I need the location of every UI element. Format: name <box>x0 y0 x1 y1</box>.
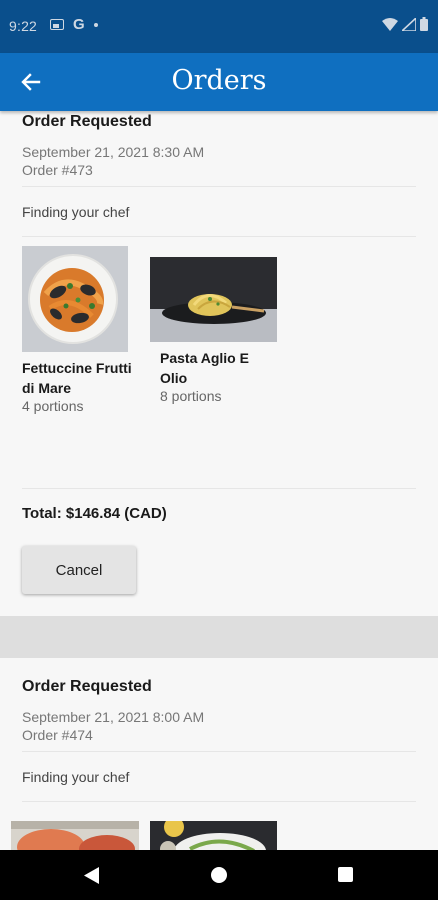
dish-name: Fettuccine Frutti di Mare <box>22 360 132 396</box>
image-icon <box>50 19 64 30</box>
order-status: Order Requested <box>22 113 152 130</box>
section-divider <box>0 616 438 658</box>
divider <box>22 801 416 802</box>
divider <box>22 186 416 187</box>
signal-icon <box>402 17 416 31</box>
dish-item[interactable] <box>150 821 277 850</box>
page-title: Orders <box>171 65 267 96</box>
order-total: Total: $146.84 (CAD) <box>22 505 167 522</box>
order-number: Order #474 <box>22 727 93 743</box>
dish-portions: 8 portions <box>160 388 222 404</box>
dish-item[interactable] <box>11 821 139 850</box>
divider <box>22 488 416 489</box>
order-card: Order Requested September 21, 2021 8:00 … <box>0 658 438 850</box>
dish-name: Pasta Aglio E Olio <box>160 350 249 386</box>
google-g-icon: G <box>73 16 85 33</box>
order-progress: Finding your chef <box>22 204 130 220</box>
dot-icon <box>93 22 98 27</box>
notification-icons: G <box>50 16 98 33</box>
app-bar: Orders <box>0 53 438 111</box>
order-date: September 21, 2021 8:30 AM <box>22 144 205 160</box>
dish-item[interactable]: Pasta Aglio E Olio 8 portions <box>150 246 277 404</box>
status-time: 9:22 <box>9 18 38 34</box>
dish-portions: 4 portions <box>22 398 84 414</box>
divider <box>22 751 416 752</box>
dish-image <box>150 257 277 342</box>
divider <box>22 236 416 237</box>
order-number: Order #473 <box>22 162 93 178</box>
nav-recents-icon[interactable] <box>338 867 353 882</box>
order-status: Order Requested <box>22 678 152 695</box>
dish-image <box>150 821 277 850</box>
order-date: September 21, 2021 8:00 AM <box>22 709 205 725</box>
nav-back-icon[interactable] <box>84 867 100 884</box>
dish-image <box>11 821 139 850</box>
system-icons <box>382 17 428 31</box>
cancel-button[interactable]: Cancel <box>22 546 136 594</box>
orders-list[interactable]: Order Requested September 21, 2021 8:30 … <box>0 111 438 850</box>
order-card: Order Requested September 21, 2021 8:30 … <box>0 111 438 616</box>
system-nav-bar <box>0 850 438 900</box>
battery-icon <box>420 17 428 31</box>
wifi-icon <box>382 17 398 31</box>
dish-item[interactable]: Fettuccine Frutti di Mare 4 portions <box>22 246 132 414</box>
nav-home-icon[interactable] <box>211 867 227 883</box>
dish-image <box>22 246 128 352</box>
status-bar: 9:22 G <box>0 0 438 53</box>
order-progress: Finding your chef <box>22 769 130 785</box>
